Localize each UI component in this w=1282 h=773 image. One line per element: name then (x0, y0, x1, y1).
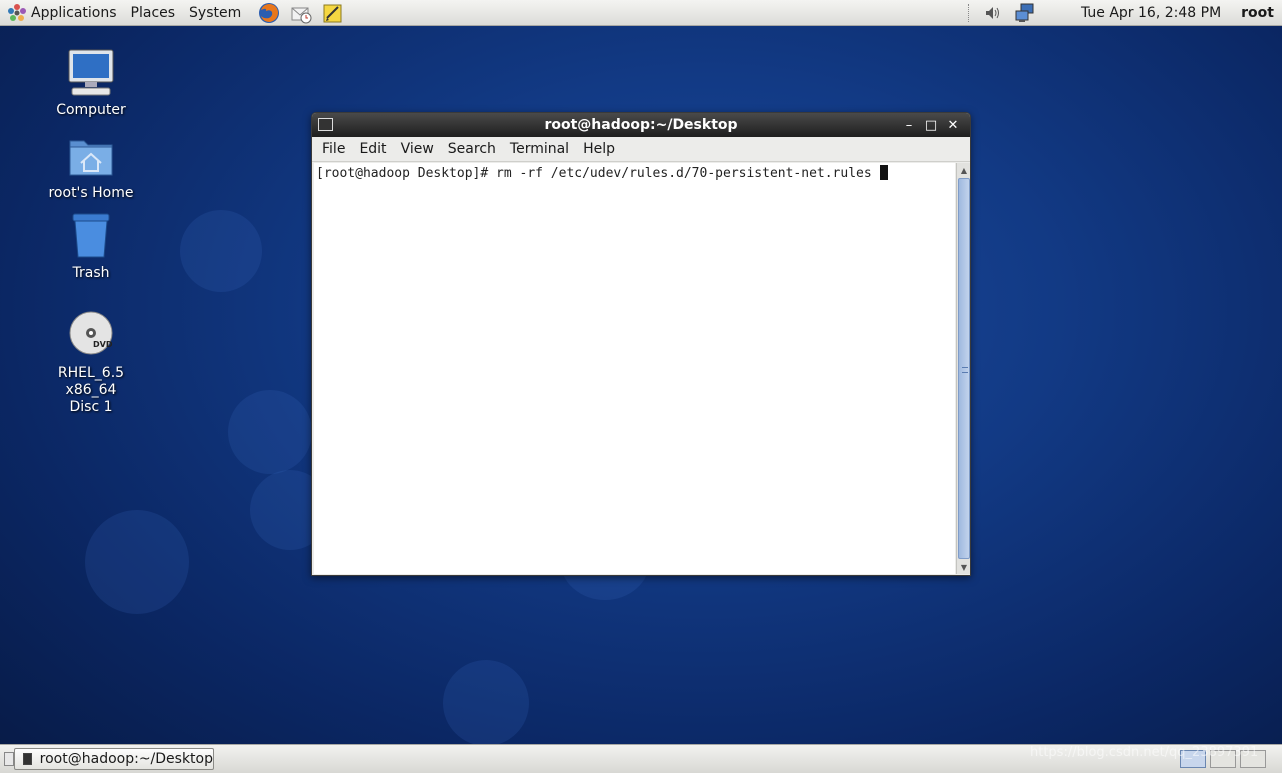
network-control[interactable] (1014, 2, 1036, 24)
gnome-foot-icon (7, 3, 27, 23)
notepad-icon (323, 4, 342, 22)
taskbar-terminal-button[interactable]: root@hadoop:~/Desktop (14, 748, 214, 770)
text-cursor (879, 165, 888, 180)
computer-icon (66, 48, 116, 98)
svg-text:DVD: DVD (93, 340, 113, 349)
terminal-command-line: [root@hadoop Desktop]# rm -rf /etc/udev/… (316, 166, 872, 181)
window-title: root@hadoop:~/Desktop (544, 117, 738, 133)
panel-separator (967, 4, 971, 22)
trash-icon (66, 211, 116, 261)
scrollbar-grip-icon (962, 367, 968, 373)
desktop-icon-label: RHEL_6.5 x86_64 Disc 1 (57, 365, 125, 415)
applications-menu[interactable]: Applications (0, 0, 124, 26)
window-menubar: File Edit View Search Terminal Help (312, 137, 970, 162)
scrollbar-thumb[interactable] (958, 178, 970, 559)
terminal-icon (23, 753, 32, 765)
desktop-icon-label: root's Home (48, 185, 134, 201)
menu-view[interactable]: View (394, 141, 441, 157)
dvd-disc-icon: DVD (66, 311, 116, 361)
menu-search[interactable]: Search (441, 141, 503, 157)
desktop-icon-dvd[interactable]: DVD RHEL_6.5 x86_64 Disc 1 (31, 311, 151, 416)
minimize-button[interactable]: – (898, 115, 920, 135)
mail-launcher[interactable] (290, 2, 312, 24)
window-titlebar[interactable]: root@hadoop:~/Desktop – □ ✕ (312, 113, 970, 137)
watermark-text: https://blog.csdn.net/qq_23897391 (1030, 745, 1259, 760)
scroll-up-arrow-icon[interactable]: ▲ (957, 163, 971, 177)
top-panel: Applications Places System Tue Apr 16, 2… (0, 0, 1282, 26)
user-menu[interactable]: root (1241, 5, 1282, 21)
window-controls: – □ ✕ (898, 115, 964, 135)
vertical-scrollbar[interactable]: ▲ ▼ (956, 163, 970, 574)
network-icon (1015, 3, 1034, 22)
mail-clock-icon (291, 7, 312, 23)
background-bokeh (228, 390, 312, 474)
firefox-icon (259, 2, 280, 23)
menu-terminal[interactable]: Terminal (503, 141, 576, 157)
menu-file[interactable]: File (315, 141, 352, 157)
background-bokeh (443, 660, 529, 746)
volume-control[interactable] (982, 2, 1004, 24)
menu-edit[interactable]: Edit (352, 141, 393, 157)
desktop-icon-label: Computer (56, 102, 126, 118)
background-bokeh (180, 210, 262, 292)
places-menu-label: Places (130, 4, 176, 21)
close-button[interactable]: ✕ (942, 115, 964, 135)
terminal-window: root@hadoop:~/Desktop – □ ✕ File Edit Vi… (311, 112, 971, 576)
panel-right-area: Tue Apr 16, 2:48 PM root (962, 0, 1282, 26)
menu-help[interactable]: Help (576, 141, 622, 157)
speaker-icon (985, 7, 999, 19)
terminal-output[interactable]: [root@hadoop Desktop]# rm -rf /etc/udev/… (314, 163, 955, 574)
scroll-down-arrow-icon[interactable]: ▼ (957, 560, 971, 574)
desktop-icon-trash[interactable]: Trash (31, 211, 151, 282)
desktop-icon-home[interactable]: root's Home (31, 131, 151, 202)
system-menu[interactable]: System (182, 0, 248, 26)
desktop-icon-computer[interactable]: Computer (31, 48, 151, 119)
notes-launcher[interactable] (322, 2, 344, 24)
firefox-launcher[interactable] (258, 2, 280, 24)
maximize-button[interactable]: □ (920, 115, 942, 135)
applications-menu-label: Applications (31, 4, 117, 21)
clock[interactable]: Tue Apr 16, 2:48 PM (1041, 5, 1241, 21)
background-bokeh (85, 510, 189, 614)
show-desktop-button[interactable] (4, 752, 14, 766)
system-menu-label: System (189, 4, 242, 21)
desktop-icon-label: Trash (72, 265, 110, 281)
taskbar-label: root@hadoop:~/Desktop (39, 751, 213, 767)
home-folder-icon (66, 131, 116, 181)
places-menu[interactable]: Places (124, 0, 183, 26)
